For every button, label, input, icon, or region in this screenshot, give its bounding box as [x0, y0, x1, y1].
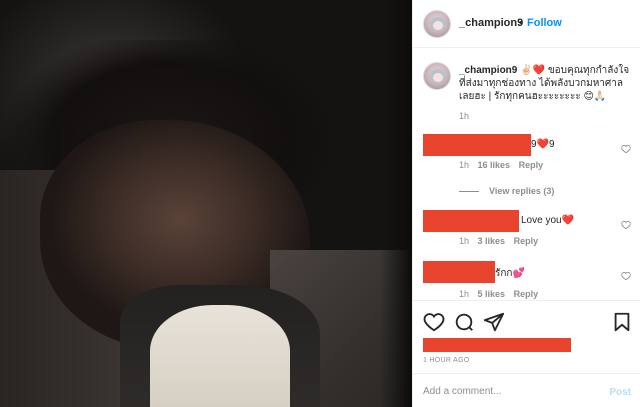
comment-meta: 1h 3 likes Reply — [459, 236, 544, 246]
heart-icon[interactable] — [621, 271, 631, 281]
caption-text: _champion9 ✌🏻❤️ ขอบคุณทุกกำลังใจที่ส่งมา… — [459, 64, 635, 103]
comment-icon[interactable] — [453, 311, 475, 333]
comment-text: Love you❤️ — [521, 215, 575, 226]
heart-icon[interactable] — [423, 311, 445, 333]
view-replies-line — [459, 191, 479, 193]
add-comment-input[interactable] — [423, 382, 593, 400]
post-header: _champion9 • Follow — [413, 0, 640, 48]
comment-meta: 1h 5 likes Reply — [459, 289, 544, 299]
comment-time: 1h — [459, 236, 470, 246]
redaction-bar — [423, 338, 571, 352]
heart-icon[interactable] — [621, 220, 631, 230]
caption-time: 1h — [459, 111, 470, 121]
photo-edge — [380, 0, 412, 407]
reply-button[interactable]: Reply — [514, 236, 539, 246]
reply-button[interactable]: Reply — [514, 289, 539, 299]
follow-button[interactable]: Follow — [527, 17, 562, 29]
caption-emojis-lead: ✌🏻❤️ — [520, 65, 546, 76]
bookmark-icon[interactable] — [611, 311, 633, 333]
comment-likes[interactable]: 16 likes — [478, 160, 511, 170]
view-replies-button[interactable]: View replies (3) — [459, 186, 554, 196]
redaction-bar — [423, 261, 495, 283]
redaction-bar — [423, 134, 531, 156]
comment-text: 9❤️9 — [531, 139, 555, 150]
caption-emojis-tail: 😊🙏🏻 — [583, 91, 607, 102]
comment-likes[interactable]: 5 likes — [478, 289, 506, 299]
comment-text: รักก💕 — [495, 268, 525, 279]
heart-icon[interactable] — [621, 144, 631, 154]
post-photo[interactable] — [0, 0, 412, 407]
reply-button[interactable]: Reply — [519, 160, 544, 170]
avatar[interactable] — [423, 10, 451, 38]
photo-shirt — [150, 305, 290, 407]
add-comment-bar: Post — [413, 373, 640, 407]
comment-time: 1h — [459, 289, 470, 299]
header-dot: • — [519, 17, 523, 29]
post-sidebar: _champion9 • Follow _champion9 ✌🏻❤️ ขอบค… — [412, 0, 640, 407]
caption-username[interactable]: _champion9 — [459, 65, 517, 76]
header-username[interactable]: _champion9 — [459, 17, 523, 29]
comment-likes[interactable]: 3 likes — [478, 236, 506, 246]
share-icon[interactable] — [483, 311, 505, 333]
comment-meta: 1h 16 likes Reply — [459, 160, 549, 170]
action-bar — [413, 300, 640, 352]
comment-time: 1h — [459, 160, 470, 170]
post-time-ago: 1 HOUR AGO — [423, 357, 470, 364]
view-replies-label: View replies (3) — [489, 186, 555, 196]
redaction-bar — [423, 210, 519, 232]
caption-avatar[interactable] — [423, 62, 451, 90]
post-button[interactable]: Post — [609, 387, 631, 398]
